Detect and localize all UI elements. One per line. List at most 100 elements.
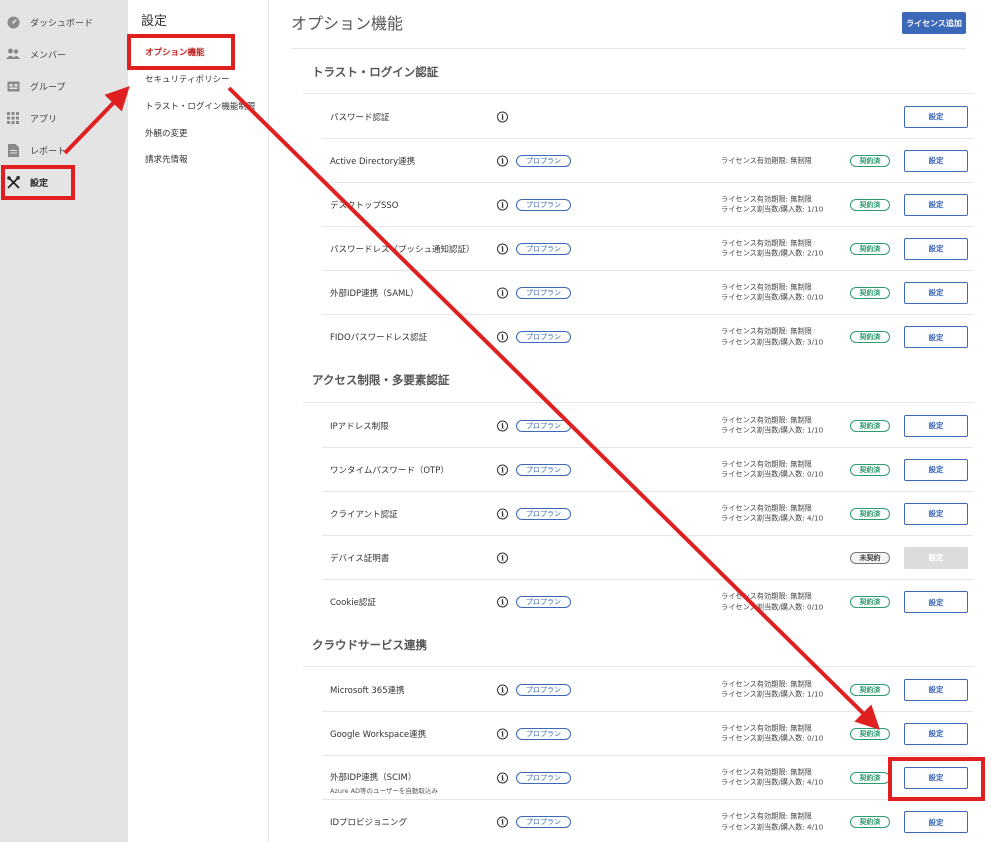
add-license-button[interactable]: ライセンス追加 [902,12,966,34]
pro-plan-badge: プロプラン [516,242,571,255]
settings-button[interactable]: 設定 [904,591,968,613]
license-allocation: ライセンス割当数/購入数: 4/10 [721,822,824,831]
main-sidebar: ダッシュボード メンバー グループ アプリ レポート 設定 [0,0,128,842]
info-icon[interactable]: i [497,552,508,563]
divider [303,93,974,94]
subnav-item-options[interactable]: オプション機能 [145,46,205,58]
status-badge-contracted: 契約済 [850,507,890,520]
apps-grid-icon [6,111,20,125]
settings-button[interactable]: 設定 [904,811,968,833]
settings-button[interactable]: 設定 [904,722,968,745]
option-row: ワンタイムパスワード（OTP） i プロプラン ライセンス有効期限: 無制限 ライセンス… [322,448,973,492]
pro-plan-badge: プロプラン [516,727,571,740]
info-icon[interactable]: i [497,420,508,431]
settings-button: 設定 [904,546,968,569]
info-icon[interactable]: i [497,287,508,298]
status-badge-not-contracted: 未契約 [850,551,890,564]
settings-button[interactable]: 設定 [904,281,968,304]
license-expiry: ライセンス有効期限: 無制限 [721,326,812,336]
info-icon[interactable]: i [497,111,508,122]
info-icon[interactable]: i [497,508,508,519]
pro-plan-badge: プロプラン [516,463,571,476]
dashboard-icon [6,15,20,29]
license-allocation: ライセンス割当数/購入数: 0/10 [721,292,824,302]
info-icon[interactable]: i [497,684,508,695]
status-badge-contracted: 契約済 [850,596,890,608]
section-title-cloud-services: クラウドサービス連携 [312,638,427,652]
status-badge-contracted: 契約済 [850,331,890,343]
sidebar-item-apps[interactable]: アプリ [0,102,128,134]
status-badge-contracted: 契約済 [850,727,890,740]
settings-button[interactable]: 設定 [904,193,968,216]
option-row: パスワード認証 i 設定 [322,95,973,139]
subnav-item-feature-restrictions[interactable]: トラスト・ログイン機能制限 [145,100,255,112]
license-allocation: ライセンス割当数/購入数: 0/10 [721,469,824,479]
license-info: ライセンス有効期限: 無制限 ライセンス割当数/購入数: 1/10 [721,194,823,215]
option-row: Active Directory連携 i プロプラン ライセンス有効期限: 無制限 契約… [322,139,973,183]
settings-button[interactable]: 設定 [904,414,968,437]
sidebar-item-label: 設定 [30,178,49,189]
settings-button[interactable]: 設定 [904,502,968,525]
sidebar-item-groups[interactable]: グループ [0,70,128,102]
info-icon[interactable]: i [497,728,508,739]
option-row: デスクトップSSO i プロプラン ライセンス有効期限: 無制限 ライセンス割当数/購入… [322,183,973,227]
license-allocation: ライセンス割当数/購入数: 1/10 [721,425,824,435]
license-expiry: ライセンス有効期限: 無制限 [721,238,812,247]
subnav-item-appearance[interactable]: 外観の変更 [145,127,188,139]
license-allocation: ライセンス割当数/購入数: 3/10 [721,337,824,346]
info-icon[interactable]: i [497,155,508,166]
subnav-item-billing[interactable]: 請求先情報 [145,153,188,165]
subnav-item-security-policy[interactable]: セキュリティポリシー [145,73,230,85]
info-icon[interactable]: i [497,772,508,783]
license-info: ライセンス有効期限: 無制限 ライセンス割当数/購入数: 3/10 [721,327,823,348]
option-row: IPアドレス制限 i プロプラン ライセンス有効期限: 無制限 ライセンス割当数/購入数… [322,404,973,448]
option-row: Google Workspace連携 i プロプラン ライセンス有効期限: 無制限 ライ… [322,712,973,756]
license-expiry: ライセンス有効期限: 無制限 [721,503,812,512]
option-name: 外部IDP連携（SCIM） [330,773,417,783]
sidebar-item-members[interactable]: メンバー [0,38,128,70]
divider [303,666,974,667]
settings-button[interactable]: 設定 [904,326,968,348]
option-row: クライアント認証 i プロプラン ライセンス有効期限: 無制限 ライセンス割当数/購入数… [322,492,973,536]
sidebar-item-dashboard[interactable]: ダッシュボード [0,6,128,38]
settings-button[interactable]: 設定 [904,105,968,128]
settings-button[interactable]: 設定 [904,678,968,701]
option-name: IPアドレス制限 [330,421,389,432]
sidebar-item-settings[interactable]: 設定 [0,166,128,198]
option-row: 外部IDP連携（SCIM） Azure AD等のユーザーを自動取込み i プロプラン ラ… [322,756,973,800]
license-expiry: ライセンス有効期限: 無制限 [721,679,812,688]
license-info: ライセンス有効期限: 無制限 ライセンス割当数/購入数: 0/10 [721,459,823,480]
info-icon[interactable]: i [497,816,508,828]
settings-tools-icon [6,175,20,189]
page-title: オプション機能 [291,14,404,33]
info-icon[interactable]: i [497,331,508,343]
section-title-trust-login: トラスト・ログイン認証 [312,65,439,79]
info-icon[interactable]: i [497,243,508,254]
option-name: IDプロビジョニング [330,818,408,828]
section-title-access-control: アクセス制限・多要素認証 [312,373,450,387]
status-badge-contracted: 契約済 [850,463,890,476]
option-row: FIDOパスワードレス認証 i プロプラン ライセンス有効期限: 無制限 ライセンス割当… [322,315,973,359]
option-name: クライアント認証 [330,509,398,520]
settings-button[interactable]: 設定 [904,149,968,172]
report-icon [6,143,20,157]
settings-button[interactable]: 設定 [904,237,968,260]
info-icon[interactable]: i [497,199,508,210]
scim-settings-button[interactable]: 設定 [904,766,968,789]
pro-plan-badge: プロプラン [516,286,571,299]
info-icon[interactable]: i [497,464,508,475]
pro-plan-badge: プロプラン [516,507,571,520]
license-expiry: ライセンス有効期限: 無制限 [721,194,812,203]
status-badge-contracted: 契約済 [850,771,890,784]
sidebar-item-label: アプリ [30,114,58,125]
option-row: 外部IDP連携（SAML） i プロプラン ライセンス有効期限: 無制限 ライセンス割当… [322,271,973,315]
option-name: パスワード認証 [330,112,390,123]
info-icon[interactable]: i [497,596,508,608]
license-info: ライセンス有効期限: 無制限 ライセンス割当数/購入数: 1/10 [721,679,823,700]
option-name: Active Directory連携 [330,156,416,167]
status-badge-contracted: 契約済 [850,683,890,696]
settings-button[interactable]: 設定 [904,458,968,481]
sidebar-item-reports[interactable]: レポート [0,134,128,166]
option-description: Azure AD等のユーザーを自動取込み [330,787,438,795]
option-name: Cookie認証 [330,598,376,608]
